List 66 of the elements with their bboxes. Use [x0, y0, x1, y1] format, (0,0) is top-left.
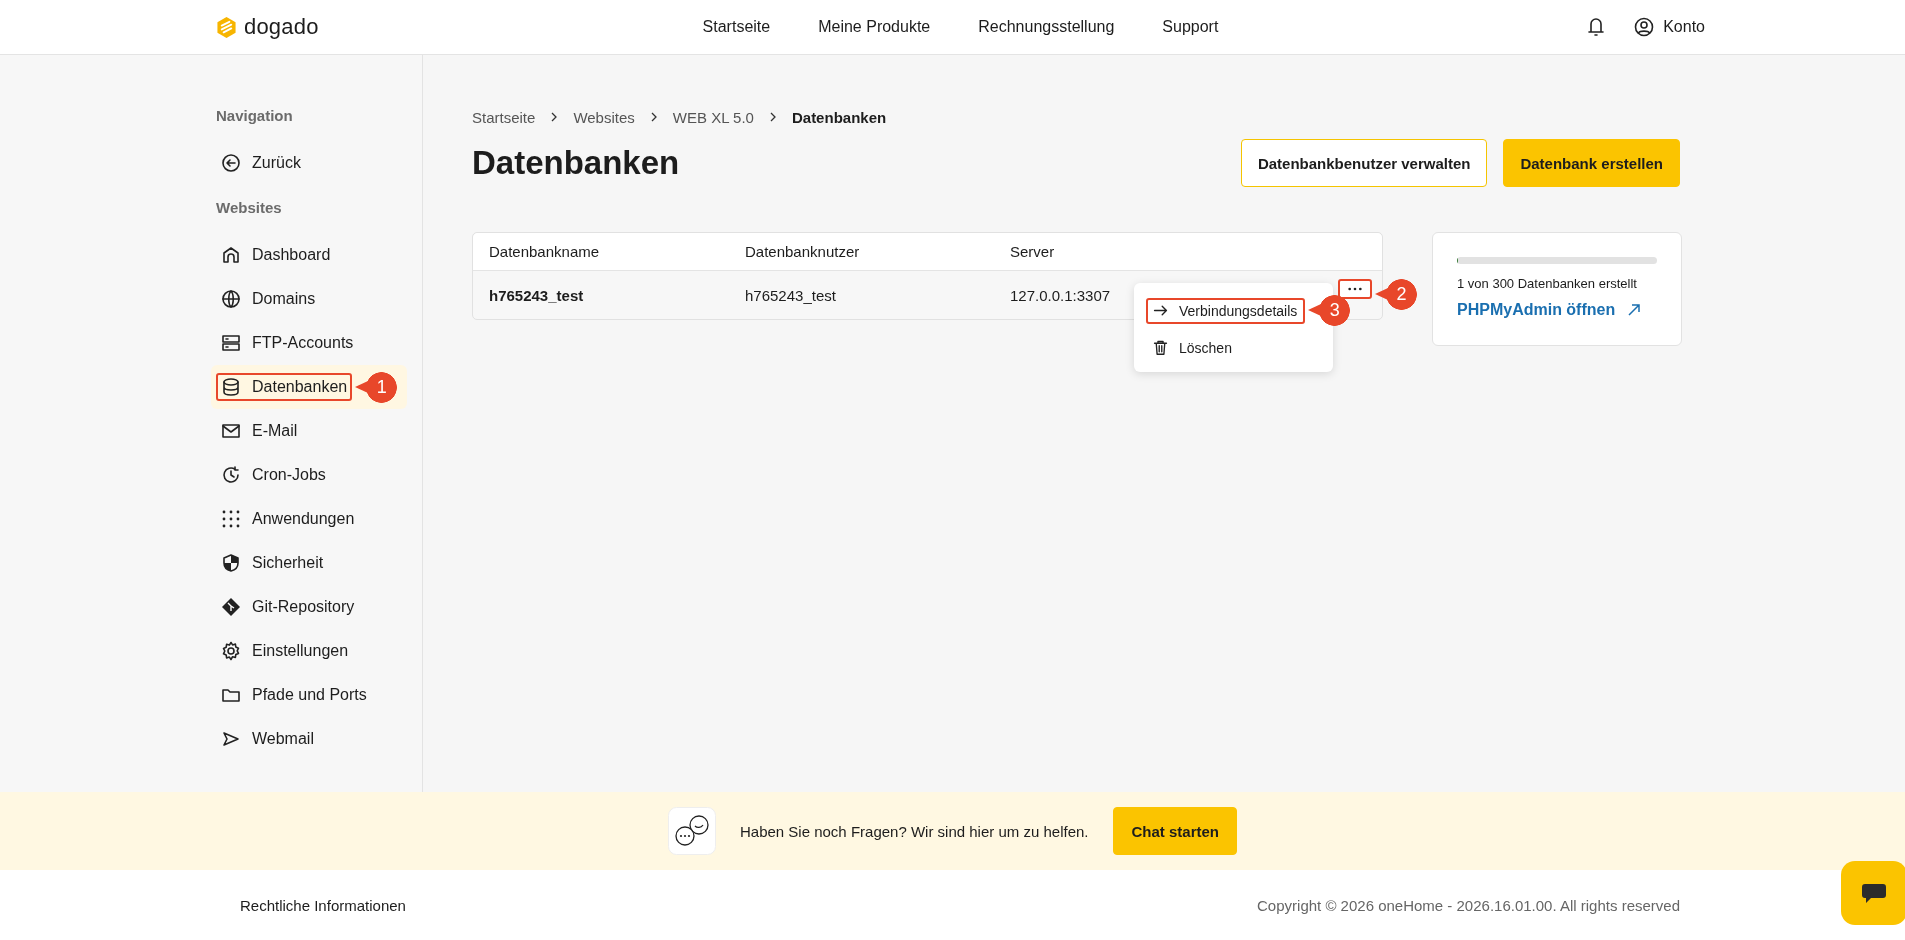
send-icon — [221, 729, 241, 749]
breadcrumb-link[interactable]: Websites — [573, 108, 635, 126]
nav-link[interactable]: Rechnungsstellung — [978, 18, 1115, 36]
start-chat-button[interactable]: Chat starten — [1113, 807, 1237, 855]
account-link[interactable]: Konto — [1634, 17, 1705, 37]
menu-item[interactable]: Verbindungsdetails — [1146, 297, 1306, 324]
mail-icon — [221, 421, 241, 441]
trash-icon — [1152, 339, 1169, 356]
phpmyadmin-link[interactable]: PHPMyAdmin öffnen — [1457, 301, 1642, 319]
sidebar-item[interactable]: Pfade und Ports — [216, 681, 372, 709]
sidebar-item[interactable]: Domains — [216, 285, 321, 313]
callout-badge: 2 — [1375, 279, 1417, 310]
table-cell-text: h765243_test — [744, 286, 837, 304]
chat-widget-button[interactable] — [1841, 861, 1905, 925]
nav-link[interactable]: Support — [1162, 18, 1219, 36]
logo-text[interactable]: dogado — [244, 14, 319, 40]
external-link-icon — [1627, 303, 1642, 317]
column-header: Datenbankname — [488, 243, 601, 260]
table-cell-text: 127.0.0.1:3307 — [1009, 286, 1112, 304]
git-icon — [221, 597, 241, 617]
section-heading: Navigation — [216, 107, 294, 126]
sidebar-item[interactable]: Einstellungen — [216, 637, 354, 665]
nav-link[interactable]: Startseite — [702, 18, 771, 36]
copyright-text: Copyright © 2026 oneHome - 2026.16.01.00. All rights reserved — [1257, 896, 1680, 914]
sidebar-item[interactable]: E-Mail — [216, 417, 303, 445]
sidebar-item[interactable]: Git-Repository — [216, 593, 360, 621]
notification-bell-icon[interactable] — [1586, 16, 1607, 38]
breadcrumb-link[interactable]: Startseite — [472, 108, 536, 126]
callout-badge: 3 — [1308, 295, 1351, 326]
sidebar-item[interactable]: Zurück — [216, 149, 306, 177]
sidebar-item[interactable]: Dashboard — [216, 241, 336, 269]
clock-icon — [221, 465, 241, 485]
help-text: Haben Sie noch Fragen? Wir sind hier um zu helfen. — [739, 822, 1089, 840]
menu-item[interactable]: Löschen — [1146, 334, 1240, 361]
user-avatar-icon — [1634, 17, 1655, 37]
nav-link[interactable]: Meine Produkte — [818, 18, 931, 36]
sidebar-item[interactable]: Datenbanken — [216, 373, 353, 401]
more-button[interactable] — [1338, 279, 1372, 299]
page-title: Datenbanken — [472, 144, 680, 182]
server-icon — [221, 333, 241, 353]
database-icon — [221, 377, 241, 397]
table-cell-text: h765243_test — [488, 286, 585, 304]
more-dots-icon — [1347, 286, 1363, 292]
sidebar-item[interactable]: Anwendungen — [216, 505, 360, 533]
column-header: Server — [1009, 243, 1056, 260]
sidebar-item[interactable]: Sicherheit — [216, 549, 329, 577]
globe-icon — [221, 289, 241, 309]
shield-icon — [221, 553, 241, 573]
create-database-button[interactable]: Datenbank erstellen — [1503, 139, 1680, 187]
current-page-crumb: Datenbanken — [791, 108, 887, 126]
sidebar-item[interactable]: Webmail — [216, 725, 319, 753]
apps-grid-icon — [221, 509, 241, 529]
manage-users-button[interactable]: Datenbankbenutzer verwalten — [1240, 139, 1488, 187]
breadcrumb-link[interactable]: WEB XL 5.0 — [672, 108, 754, 126]
sidebar-item[interactable]: Cron-Jobs — [216, 461, 331, 489]
column-header: Datenbanknutzer — [744, 243, 861, 260]
settings-icon — [221, 641, 241, 661]
usage-text: 1 von 300 Datenbanken erstellt — [1457, 276, 1638, 291]
legal-link[interactable]: Rechtliche Informationen — [240, 896, 406, 914]
section-heading: Websites — [216, 199, 283, 218]
callout-badge: 1 — [355, 371, 398, 403]
logo-icon — [216, 15, 237, 39]
chat-bubbles-icon — [667, 807, 716, 855]
home-icon — [221, 245, 241, 265]
chat-bubble-icon — [1861, 882, 1887, 904]
sidebar-item[interactable]: FTP-Accounts — [216, 329, 359, 357]
